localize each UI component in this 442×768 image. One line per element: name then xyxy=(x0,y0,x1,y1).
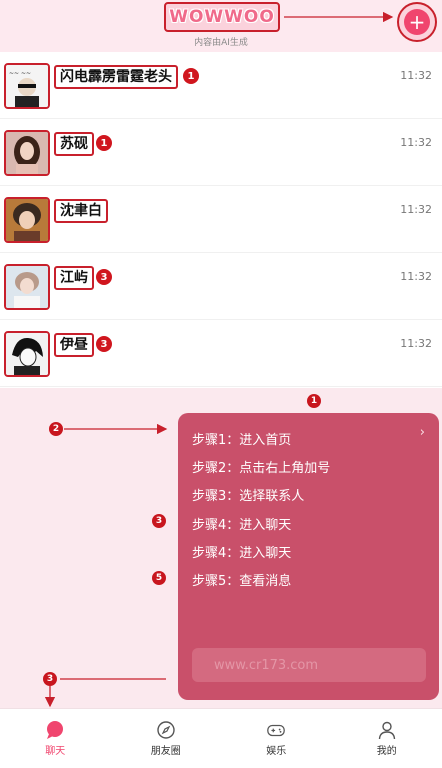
tab-label: 娱乐 xyxy=(266,746,287,757)
tab-chat[interactable]: 聊天 xyxy=(0,709,111,768)
plus-icon: + xyxy=(404,9,430,35)
chat-list: ~~ ~~ 闪电霹雳雷霆老头 1 11:32 苏砚 1 11:32 沈聿白 11… xyxy=(0,52,442,388)
tab-label: 我的 xyxy=(376,746,397,757)
unread-badge: 3 xyxy=(96,336,112,352)
annotation-marker: 1 xyxy=(307,394,321,408)
message-time: 11:32 xyxy=(400,270,432,283)
chat-bubble-icon xyxy=(45,720,65,740)
chat-row[interactable]: 伊昼 3 11:32 xyxy=(0,320,442,387)
svg-text:~~ ~~: ~~ ~~ xyxy=(9,70,31,77)
tab-moments[interactable]: 朋友圈 xyxy=(111,709,222,768)
chat-row[interactable]: ~~ ~~ 闪电霹雳雷霆老头 1 11:32 xyxy=(0,52,442,119)
steps-panel: › 步骤1：进入首页 步骤2：点击右上角加号 步骤3：选择联系人 步骤4：进入聊… xyxy=(178,413,439,700)
contact-name: 沈聿白 xyxy=(54,199,108,223)
tab-label: 聊天 xyxy=(45,746,66,757)
message-time: 11:32 xyxy=(400,136,432,149)
app-header: WOWWOO 内容由AI生成 + xyxy=(0,0,442,52)
annotation-marker: 5 xyxy=(152,571,166,585)
avatar xyxy=(4,197,50,243)
contact-name: 苏砚 xyxy=(54,132,94,156)
unread-badge: 1 xyxy=(183,68,199,84)
avatar: ~~ ~~ xyxy=(4,63,50,109)
contact-name: 江屿 xyxy=(54,266,94,290)
tab-me[interactable]: 我的 xyxy=(332,709,442,768)
avatar xyxy=(4,130,50,176)
step-item: 步骤3：选择联系人 xyxy=(192,489,305,504)
unread-badge: 3 xyxy=(96,269,112,285)
message-time: 11:32 xyxy=(400,203,432,216)
add-button[interactable]: + xyxy=(397,2,437,42)
unread-badge: 1 xyxy=(96,135,112,151)
gamepad-icon xyxy=(266,720,286,740)
annotation-marker: 2 xyxy=(49,422,63,436)
chat-row[interactable]: 沈聿白 11:32 xyxy=(0,186,442,253)
step-item: 步骤5：查看消息 xyxy=(192,574,292,589)
step-item: 步骤4：进入聊天 xyxy=(192,518,292,533)
ai-generated-note: 内容由AI生成 xyxy=(194,38,248,48)
compass-icon xyxy=(156,720,176,740)
annotation-marker: 3 xyxy=(43,672,57,686)
avatar xyxy=(4,264,50,310)
contact-name: 伊昼 xyxy=(54,333,94,357)
chevron-right-icon[interactable]: › xyxy=(420,425,425,440)
message-input[interactable]: www.cr173.com xyxy=(192,648,426,682)
chat-row[interactable]: 苏砚 1 11:32 xyxy=(0,119,442,186)
person-icon xyxy=(377,720,397,740)
app-logo: WOWWOO xyxy=(164,2,280,32)
message-time: 11:32 xyxy=(400,69,432,82)
tab-label: 朋友圈 xyxy=(150,746,181,757)
contact-name: 闪电霹雳雷霆老头 xyxy=(54,65,178,89)
avatar xyxy=(4,331,50,377)
chat-row[interactable]: 江屿 3 11:32 xyxy=(0,253,442,320)
bottom-tab-bar: 聊天 朋友圈 娱乐 我的 xyxy=(0,708,442,768)
tab-entertainment[interactable]: 娱乐 xyxy=(221,709,332,768)
step-item: 步骤1：进入首页 xyxy=(192,433,292,448)
message-time: 11:32 xyxy=(400,337,432,350)
step-item: 步骤2：点击右上角加号 xyxy=(192,461,331,476)
annotation-marker: 3 xyxy=(152,514,166,528)
step-item: 步骤4：进入聊天 xyxy=(192,546,292,561)
